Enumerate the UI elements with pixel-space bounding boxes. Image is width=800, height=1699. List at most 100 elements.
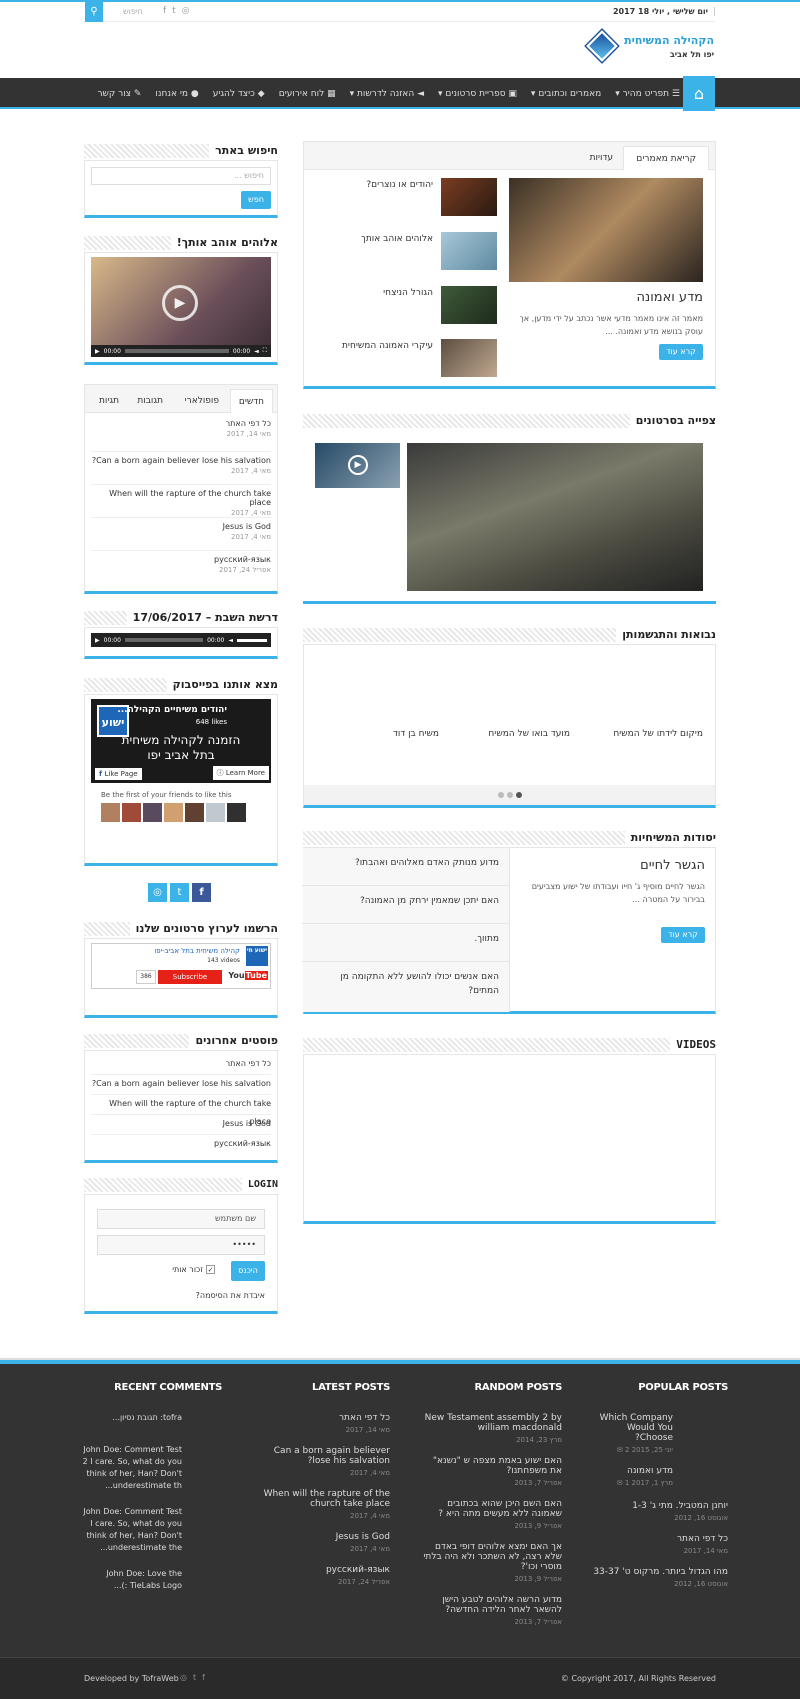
nav-item-video-library[interactable]: ▣ ספריית סרטונים ▾ (438, 89, 517, 99)
sidebar-search-input[interactable]: חיפוש ... (91, 167, 271, 185)
facebook-cover[interactable]: ישוע יהודים משיחיים הקהילה... 648 likes … (91, 699, 271, 783)
play-icon[interactable]: ▶ (162, 285, 198, 321)
footer-comment-item[interactable]: tofra: תגובת נסיון... (82, 1413, 222, 1422)
tab-popular[interactable]: פופולארי (177, 389, 227, 413)
username-field[interactable]: שם משתמש (97, 1209, 265, 1229)
article-main-title[interactable]: מדע ואמונה (637, 290, 704, 305)
tab-tags[interactable]: תגיות (91, 389, 127, 413)
login-submit-button[interactable]: היכנס (231, 1261, 265, 1281)
article-main-image[interactable] (509, 178, 703, 282)
pager-dot-1[interactable] (515, 792, 522, 798)
nav-item-contact[interactable]: ✎ צור קשר (97, 89, 141, 99)
footer-random-item[interactable]: New Testament assembly 2 by william macd… (422, 1413, 562, 1433)
youtube-widget[interactable]: ישוע חי קהילה משיחית בתל אביב-יפו 143 vi… (91, 943, 271, 989)
list-item[interactable]: כל דפי האתר מאי 14, 2017 (91, 419, 271, 452)
nav-item-about[interactable]: ● מי אנחנו (155, 89, 198, 99)
article-side-title-1[interactable]: יהודים או נוצרים? (366, 180, 433, 190)
nav-item-events[interactable]: ▦ לוח אירועים (279, 89, 336, 99)
instagram-icon[interactable]: ◎ (182, 6, 190, 16)
list-item[interactable]: Can a born again believer lose his salva… (91, 452, 271, 485)
facebook-like-page-button[interactable]: f Like Page (95, 768, 142, 780)
tab-articles[interactable]: קריאת מאמרים (623, 146, 709, 170)
twitter-icon[interactable]: t (193, 1673, 196, 1682)
list-item[interactable]: русский-язык אפריל 24, 2017 (91, 551, 271, 584)
facebook-icon[interactable]: f (163, 6, 166, 16)
remember-me[interactable]: ✓ זכור אותי (172, 1265, 215, 1274)
list-item[interactable]: русский-язык (91, 1135, 271, 1155)
list-item[interactable]: When will the rapture of the church take… (91, 485, 271, 518)
footer-random-item[interactable]: האם ישוע באמת מצפה ש "נשנא" את משפחתנו? (422, 1456, 562, 1476)
footer-latest-item[interactable]: Can a born again believer lose his salva… (260, 1446, 390, 1466)
footer-random-item[interactable]: האם השם היכן שהוא בכתובים שאמונה ללא מעש… (422, 1499, 562, 1519)
instagram-icon[interactable]: ◎ (180, 1673, 187, 1682)
question-4[interactable]: האם אנשים יכולו להושע ללא התקומה מן המתי… (302, 962, 509, 1012)
footer-latest-item[interactable]: כל דפי האתר (260, 1413, 390, 1423)
volume-slider[interactable] (237, 638, 267, 642)
nav-item-sermons[interactable]: ◄ האזנה לדרשות ▾ (350, 89, 424, 99)
tab-comments[interactable]: תגובות (129, 389, 171, 413)
question-1[interactable]: מדוע מנותק האדם מאלוהים ואהבתו? (302, 848, 509, 886)
remember-checkbox[interactable]: ✓ (206, 1265, 215, 1274)
list-item[interactable]: When will the rapture of the church take… (91, 1095, 271, 1126)
twitter-icon[interactable]: t (170, 883, 189, 902)
facebook-learn-more-button[interactable]: ⓘ Learn More (212, 766, 269, 780)
fullscreen-icon[interactable]: ⛶ (263, 347, 267, 355)
read-more-button[interactable]: קרא עוד (659, 344, 703, 360)
footer-comment-item[interactable]: John Doe: Comment Test 2 I care. So, wha… (82, 1444, 222, 1492)
list-item[interactable]: Jesus is God (91, 1115, 271, 1135)
sidebar-search-button[interactable]: חפש (241, 191, 271, 209)
footer-latest-item[interactable]: русский-язык (260, 1565, 390, 1575)
play-button-icon[interactable]: ▶ (95, 637, 100, 644)
footer-popular-item[interactable]: יוחנן המטביל. מתי ג' 1-3 (588, 1501, 728, 1511)
password-field[interactable]: ••••• (97, 1235, 265, 1255)
nav-item-directions[interactable]: ◆ כיצד להגיע (213, 89, 265, 99)
home-icon[interactable]: ⌂ (683, 76, 715, 111)
audio-progress-bar[interactable] (124, 638, 204, 642)
article-side-image-1[interactable] (441, 178, 497, 216)
avatar[interactable] (122, 803, 141, 822)
avatar[interactable] (206, 803, 225, 822)
avatar[interactable] (143, 803, 162, 822)
search-icon[interactable]: ⚲ (85, 2, 103, 22)
facebook-page-name[interactable]: יהודים משיחיים הקהילה... (117, 705, 227, 715)
avatar[interactable] (185, 803, 204, 822)
tab-latest[interactable]: חדשים (229, 389, 273, 413)
question-2[interactable]: האם יתכן שמאמין ירחק מן האמונה? (302, 886, 509, 924)
article-side-image-3[interactable] (441, 286, 497, 324)
avatar[interactable] (164, 803, 183, 822)
facebook-icon[interactable]: f (192, 883, 211, 902)
article-side-image-2[interactable] (441, 232, 497, 270)
foundations-read-more-button[interactable]: קרא עוד (661, 927, 705, 943)
prophecy-item-2[interactable]: מועד בואו של המשיח (488, 729, 570, 739)
footer-latest-item[interactable]: Jesus is God (260, 1532, 390, 1542)
play-icon[interactable]: ▶ (348, 455, 368, 475)
video-main-thumbnail[interactable] (407, 443, 703, 591)
article-side-title-4[interactable]: עיקרי האמונה המשיחית (342, 341, 433, 351)
foundations-main-title[interactable]: הגשר לחיים (640, 858, 705, 873)
footer-comment-item[interactable]: John Doe: Love the TieLabs Logo :)... (82, 1568, 222, 1592)
pager-dot-3[interactable] (497, 792, 504, 798)
pager-dot-2[interactable] (506, 792, 513, 798)
question-3[interactable]: מתווך. (302, 924, 509, 962)
sermon-audio-player[interactable]: ▶ 00:00 00:00 ◄ (91, 633, 271, 647)
footer-latest-item[interactable]: When will the rapture of the church take… (260, 1489, 390, 1509)
footer-random-item[interactable]: אך האם ימצא אלוהים דופי באדם שלא רצה, לא… (422, 1542, 562, 1572)
article-side-title-3[interactable]: הגורל הניצחי (383, 288, 433, 298)
list-item[interactable]: כל דפי האתר (91, 1055, 271, 1075)
footer-popular-item[interactable]: מדע ואמונה (588, 1466, 673, 1476)
play-button-icon[interactable]: ▶ (95, 348, 100, 355)
list-item[interactable]: Can a born again believer lose his salva… (91, 1075, 271, 1095)
article-side-image-4[interactable] (441, 339, 497, 377)
twitter-icon[interactable]: t (172, 6, 176, 16)
nav-item-quick-menu[interactable]: ☰ תפריט מהיר ▾ (615, 89, 680, 99)
prophecy-item-3[interactable]: משיח בן דוד (393, 729, 439, 739)
footer-comment-item[interactable]: John Doe: Comment Test I care. So, what … (82, 1506, 222, 1554)
prophecy-item-1[interactable]: מיקום לידתו של המשיח (613, 729, 703, 739)
avatar[interactable] (101, 803, 120, 822)
youtube-subscribe-button[interactable]: Subscribe (158, 970, 222, 984)
top-search-input[interactable]: חיפוש (123, 7, 143, 16)
youtube-channel-name[interactable]: קהילה משיחית בתל אביב-יפו (154, 947, 240, 955)
developer-credit[interactable]: Developed by TofraWeb (84, 1674, 179, 1683)
volume-icon[interactable]: ◄ (254, 348, 259, 355)
footer-random-item[interactable]: מדוע הרשה אלוהים לטבע הישן להשאר לאחר הל… (422, 1595, 562, 1615)
